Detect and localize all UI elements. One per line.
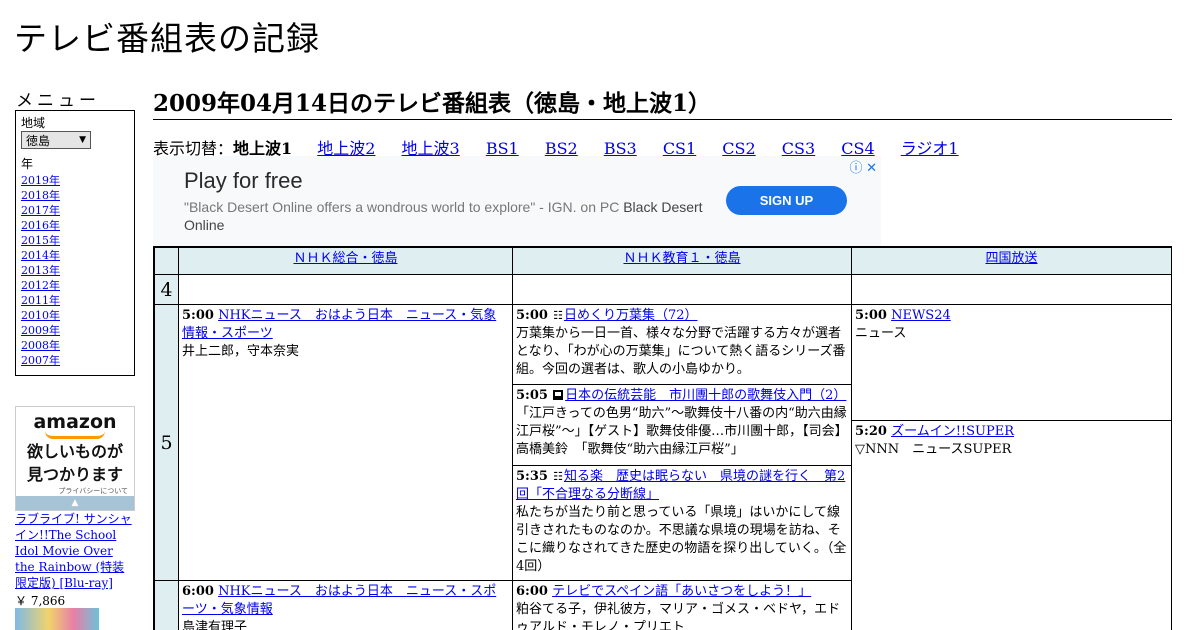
ad-headline: Play for free: [184, 168, 303, 193]
program-title-link[interactable]: 日めくり万葉集（72）: [564, 308, 698, 323]
chevron-down-icon: ▼: [79, 135, 86, 145]
empty-slot: [512, 274, 852, 305]
region-select[interactable]: 徳島 ▼: [21, 131, 91, 149]
program-time: 5:35: [516, 469, 548, 484]
year-link-2014[interactable]: 2014年: [21, 249, 60, 262]
year-link-2007[interactable]: 2007年: [21, 354, 60, 367]
program-title-link[interactable]: テレビでスペイン語「あいさつをしよう！」: [552, 584, 811, 599]
amazon-ad-banner[interactable]: amazon 欲しいものが 見つかります プライバシーについて ▲: [15, 406, 135, 511]
channel-link-nhk-general[interactable]: ＮＨＫ総合・徳島: [293, 251, 397, 266]
year-link-2012[interactable]: 2012年: [21, 279, 60, 292]
amazon-tagline-2: 見つかります: [26, 465, 123, 484]
program-title-link[interactable]: NEWS24: [891, 308, 951, 323]
year-link-2013[interactable]: 2013年: [21, 264, 60, 277]
empty-slot: [178, 274, 513, 305]
program-desc: 井上二郎，守本奈実: [182, 344, 300, 359]
program-desc: 島津有理子: [182, 620, 248, 630]
program-title-link[interactable]: 日本の伝統芸能 市川團十郎の歌舞伎入門（2）: [565, 388, 846, 403]
program-desc: 「江戸きっての色男“助六”～歌舞伎十八番の内“助六由縁江戸桜”～」【ゲスト】歌舞…: [516, 406, 848, 457]
program-cell: 5:00 ☷日めくり万葉集（72） 万葉集から一日一首、様々な分野で活躍する方々…: [512, 304, 852, 385]
product-image[interactable]: [15, 608, 99, 630]
product-price: ￥ 7,866: [15, 594, 66, 608]
amazon-logo: amazon: [33, 411, 117, 433]
program-cell: 5:00 NHKニュース おはよう日本 ニュース・気象情報・スポーツ 井上二郎，…: [178, 304, 513, 581]
program-cell: 6:00 NHKニュース おはよう日本 ニュース・スポーツ・気象情報 島津有理子: [178, 580, 513, 630]
program-title-link[interactable]: ズームイン!!SUPER: [891, 424, 1014, 439]
close-icon[interactable]: ✕: [866, 160, 877, 175]
program-title-link[interactable]: NHKニュース おはよう日本 ニュース・気象情報・スポーツ: [182, 308, 496, 341]
program-desc: ニュース: [855, 326, 907, 341]
program-cell: 5:05 日本の伝統芸能 市川團十郎の歌舞伎入門（2） 「江戸きっての色男“助六…: [512, 384, 852, 466]
program-title-link[interactable]: 知る楽 歴史は眠らない 県境の謎を行く 第2回「不合理なる分断線」: [516, 469, 845, 502]
tv-icon: [553, 390, 564, 400]
hour-cell-6: [154, 580, 179, 630]
view-link-radio1[interactable]: ラジオ1: [901, 139, 959, 158]
year-link-2009[interactable]: 2009年: [21, 324, 60, 337]
program-cell: 5:00 NEWS24 ニュース: [851, 304, 1171, 421]
page-title: 2009年04月14日のテレビ番組表（徳島・地上波1）: [153, 84, 1172, 120]
empty-slot: [851, 274, 1171, 305]
region-label: 地域: [21, 116, 46, 130]
year-link-2016[interactable]: 2016年: [21, 219, 60, 232]
corner-cell: [154, 247, 179, 275]
channel-header: ＮＨＫ教育１・徳島: [512, 247, 852, 275]
program-cell: 5:20 ズームイン!!SUPER ▽NNN ニュースSUPER: [851, 420, 1171, 630]
ad-body: "Black Desert Online offers a wondrous w…: [184, 198, 704, 234]
program-time: 5:00: [516, 308, 548, 323]
ad-body-text: "Black Desert Online offers a wondrous w…: [184, 199, 620, 215]
amazon-privacy-link[interactable]: プライバシーについて: [16, 486, 134, 496]
region-select-value: 徳島: [26, 133, 51, 148]
program-cell: 6:00 テレビでスペイン語「あいさつをしよう！」 粕谷てる子，伊礼彼方，マリア…: [512, 580, 852, 630]
channel-header: 四国放送: [851, 247, 1171, 275]
program-time: 5:05: [516, 388, 548, 403]
program-time: 6:00: [516, 584, 548, 599]
program-time: 6:00: [182, 584, 214, 599]
program-desc: 粕谷てる子，伊礼彼方，マリア・ゴメス・ベドヤ，エドゥアルド・モレノ・プリエト: [516, 602, 841, 630]
chevron-up-icon[interactable]: ▲: [16, 496, 134, 510]
teletext-icon: ☷: [553, 470, 563, 483]
year-link-2010[interactable]: 2010年: [21, 309, 60, 322]
display-ad[interactable]: Play for free "Black Desert Online offer…: [153, 156, 881, 246]
schedule-grid: ＮＨＫ総合・徳島 ＮＨＫ教育１・徳島 四国放送 4 5 5:00 NHKニュース…: [153, 246, 1172, 630]
channel-link-shikoku[interactable]: 四国放送: [985, 251, 1037, 266]
year-link-2015[interactable]: 2015年: [21, 234, 60, 247]
teletext-icon: ☷: [553, 309, 563, 322]
channel-header: ＮＨＫ総合・徳島: [178, 247, 513, 275]
year-label: 年: [21, 157, 34, 171]
year-link-2018[interactable]: 2018年: [21, 189, 60, 202]
program-time: 5:00: [182, 308, 214, 323]
year-link-2011[interactable]: 2011年: [21, 294, 60, 307]
program-desc: 私たちが当たり前と思っている「県境」はいかにして線引きされたものなのか。不思議な…: [516, 505, 847, 574]
program-desc: ▽NNN ニュースSUPER: [855, 442, 1012, 457]
sidebar-menu: 地域 徳島 ▼ 年 2019年 2018年 2017年 2016年 2015年 …: [15, 110, 135, 376]
year-link-2017[interactable]: 2017年: [21, 204, 60, 217]
year-link-2008[interactable]: 2008年: [21, 339, 60, 352]
program-title-link[interactable]: NHKニュース おはよう日本 ニュース・スポーツ・気象情報: [182, 584, 496, 617]
program-desc: 万葉集から一日一首、様々な分野で活躍する方々が選者となり、「わが心の万葉集」につ…: [516, 326, 846, 377]
ad-signup-button[interactable]: SIGN UP: [726, 186, 847, 215]
channel-link-nhk-edu[interactable]: ＮＨＫ教育１・徳島: [623, 251, 740, 266]
menu-heading: メニュー: [16, 91, 100, 111]
year-link-2019[interactable]: 2019年: [21, 174, 60, 187]
site-title: テレビ番組表の記録: [14, 19, 320, 58]
program-time: 5:00: [855, 308, 887, 323]
amazon-tagline-1: 欲しいものが: [26, 442, 123, 461]
program-time: 5:20: [855, 424, 887, 439]
program-cell: 5:35 ☷知る楽 歴史は眠らない 県境の謎を行く 第2回「不合理なる分断線」 …: [512, 465, 852, 581]
info-icon[interactable]: ⓘ: [849, 160, 862, 175]
hour-cell-5: 5: [154, 304, 179, 581]
ad-controls: ⓘ ✕: [849, 157, 877, 176]
hour-cell-4: 4: [154, 274, 179, 305]
year-list: 2019年 2018年 2017年 2016年 2015年 2014年 2013…: [21, 173, 129, 368]
product-title-link[interactable]: ラブライブ! サンシャイン!!The School Idol Movie Ove…: [15, 511, 135, 591]
